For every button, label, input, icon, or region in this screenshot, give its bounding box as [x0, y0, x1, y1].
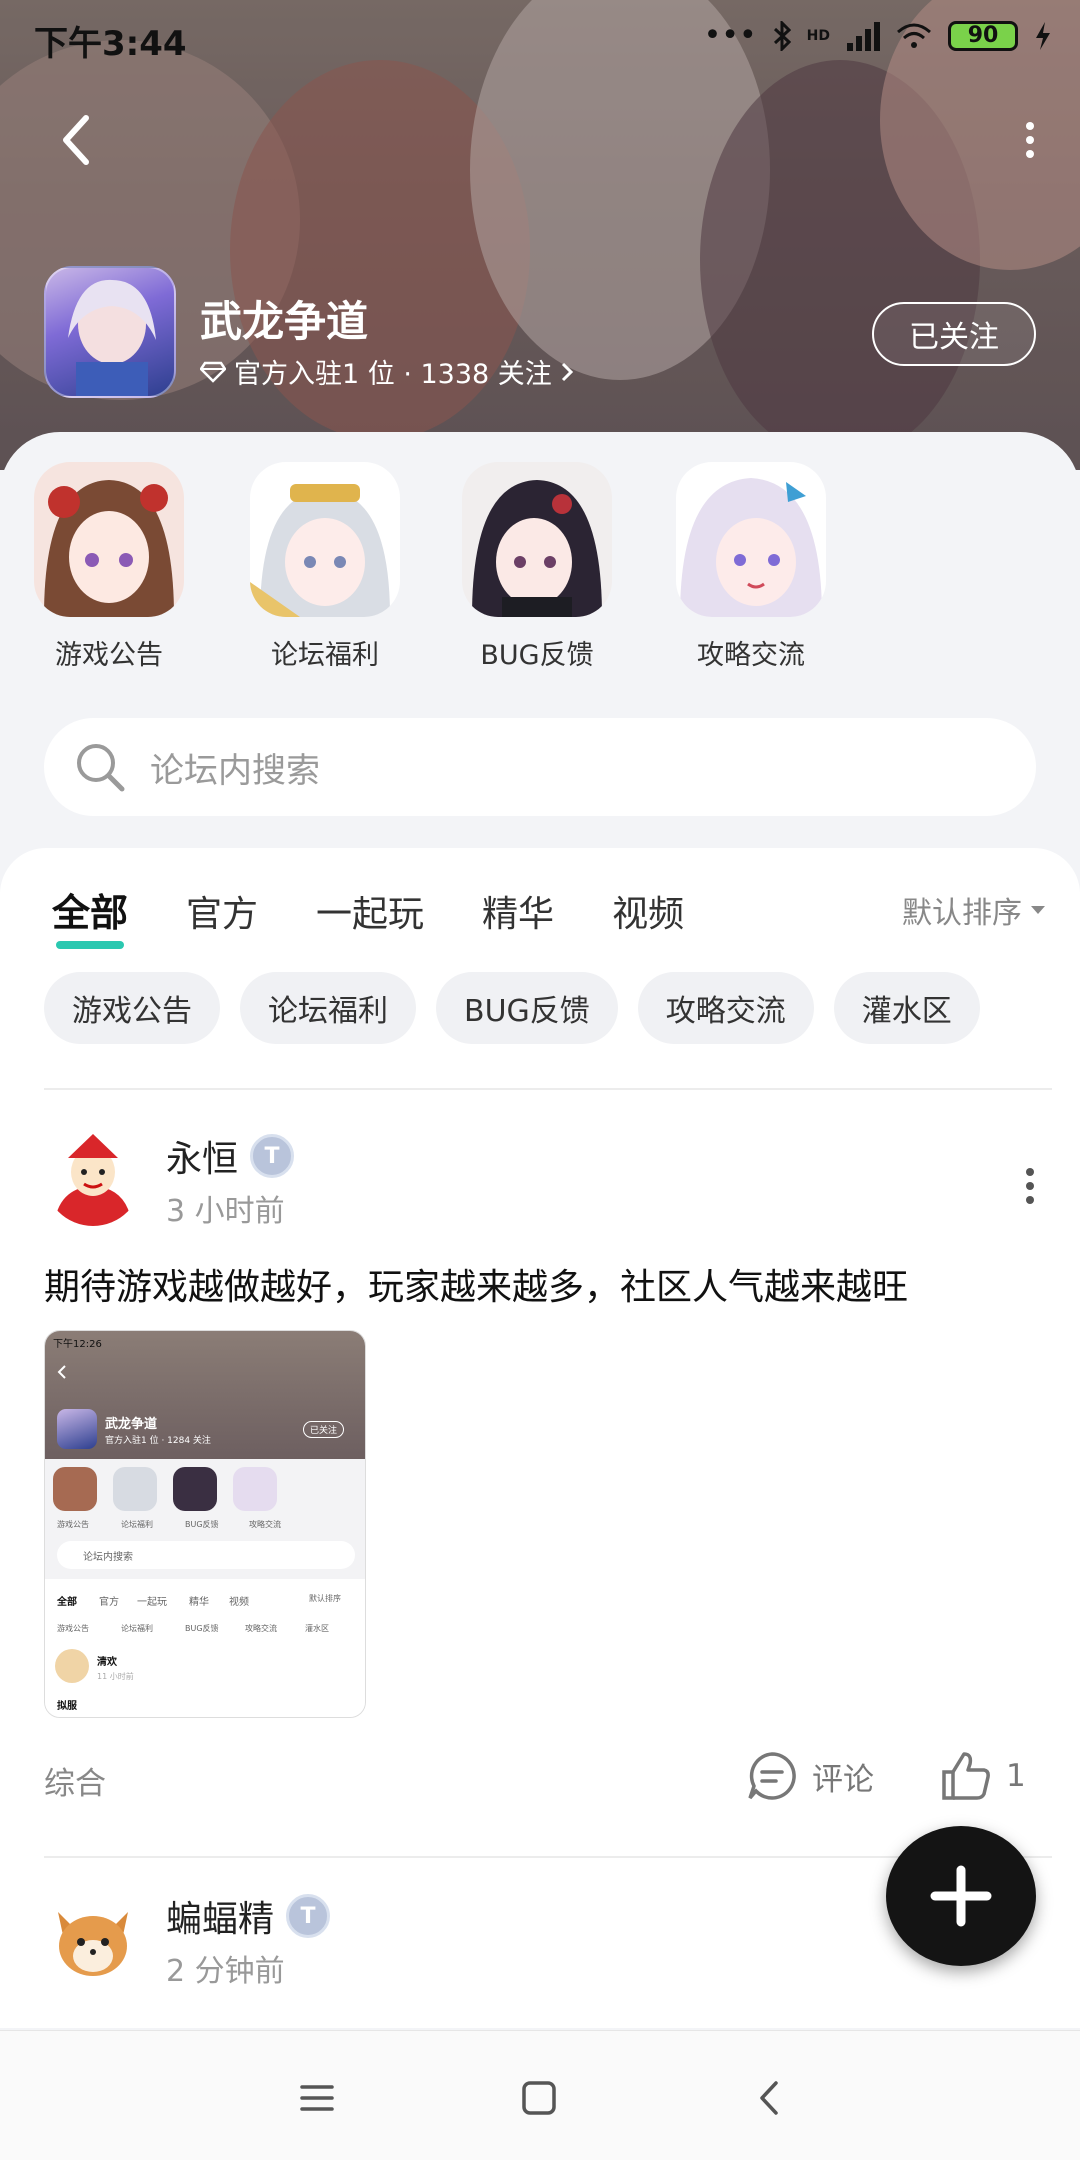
post-more-icon[interactable] [1024, 1166, 1036, 1206]
chip-welfare[interactable]: 论坛福利 [240, 972, 416, 1044]
battery-indicator: 90 [948, 20, 1018, 51]
more-button[interactable] [1020, 120, 1040, 160]
username[interactable]: 永恒 T [166, 1130, 295, 1182]
mini-thumb [113, 1467, 157, 1511]
more-vertical-icon [1026, 122, 1034, 158]
ellipsis-icon: ••• [703, 18, 757, 53]
username[interactable]: 蝙蝠精 T [166, 1890, 331, 1942]
chip-strategy[interactable]: 攻略交流 [637, 972, 814, 1044]
game-title: 武龙争道 [200, 297, 369, 346]
signal-icon [847, 21, 880, 51]
mini-thumb [53, 1467, 97, 1511]
tab-video[interactable]: 视频 [612, 885, 684, 937]
avatar[interactable] [44, 1128, 142, 1226]
status-bar: 下午3:44 ••• HD 90 [0, 0, 1080, 74]
system-back-icon[interactable] [744, 2073, 794, 2123]
channel-announcements[interactable]: 游戏公告 [34, 462, 184, 672]
tab-all[interactable]: 全部 [52, 882, 128, 949]
game-meta[interactable]: 官方入驻1 位 · 1338 关注 [200, 352, 574, 391]
username-text: 永恒 [166, 1139, 239, 1180]
tab-official[interactable]: 官方 [186, 885, 258, 937]
mini-channel: 游戏公告 [57, 1520, 89, 1529]
like-button[interactable]: 1 [940, 1750, 1026, 1802]
channel-label: 论坛福利 [271, 640, 379, 671]
plus-icon [930, 1865, 992, 1927]
wifi-icon [897, 23, 931, 48]
search-icon [77, 744, 125, 792]
sort-dropdown[interactable]: 默认排序 [902, 888, 1046, 932]
channel-label: BUG反馈 [480, 640, 594, 671]
mini-follow: 已关注 [303, 1421, 345, 1438]
channel-label: 攻略交流 [697, 640, 805, 671]
avatar[interactable] [44, 1888, 142, 1986]
chevron-right-icon [561, 362, 573, 381]
channel-thumbnail [676, 462, 826, 617]
username-text: 蝙蝠精 [166, 1899, 275, 1940]
channel-thumbnail [462, 462, 612, 617]
status-time: 下午3:44 [34, 24, 187, 64]
game-avatar-art [68, 279, 156, 396]
mini-channel: 攻略交流 [249, 1520, 281, 1529]
mini-game-icon [57, 1409, 97, 1449]
channel-row: 游戏公告 论坛福利 BUG反馈 攻略交流 [0, 462, 1080, 682]
thumbs-up-icon [942, 1752, 990, 1800]
diamond-icon [200, 361, 226, 383]
follow-button[interactable]: 已关注 [872, 302, 1036, 366]
mini-channel: 论坛福利 [121, 1520, 153, 1529]
mini-thumb [233, 1467, 277, 1511]
channel-welfare[interactable]: 论坛福利 [250, 462, 400, 672]
menu-icon[interactable] [292, 2073, 342, 2123]
like-count: 1 [1006, 1758, 1026, 1794]
forum-search[interactable]: 论坛内搜索 [44, 718, 1036, 816]
channel-strategy[interactable]: 攻略交流 [676, 462, 826, 672]
tab-featured[interactable]: 精华 [482, 885, 554, 937]
post-text[interactable]: 期待游戏越做越好，玩家越来越多，社区人气越来越旺 [44, 1258, 908, 1310]
tab-play-together[interactable]: 一起玩 [316, 885, 424, 937]
post-image[interactable]: 下午12:26 武龙争道 官方入驻1 位 · 1284 关注 已关注 游戏公告 … [44, 1330, 366, 1718]
divider [44, 1088, 1052, 1090]
category-chips: 游戏公告 论坛福利 BUG反馈 攻略交流 灌水区 [44, 972, 980, 1044]
mini-thumb [173, 1467, 217, 1511]
chip-announcements[interactable]: 游戏公告 [44, 972, 220, 1044]
sort-label: 默认排序 [902, 896, 1022, 931]
post-category[interactable]: 综合 [44, 1758, 106, 1803]
level-badge-icon: T [250, 1134, 295, 1178]
post-time: 2 分钟前 [166, 1954, 285, 1989]
mini-avatar [55, 1649, 89, 1683]
back-button[interactable] [52, 110, 102, 170]
hd-label: HD [806, 27, 830, 44]
mini-back-icon [57, 1365, 66, 1379]
system-nav-bar [0, 2030, 1080, 2160]
channel-thumbnail [34, 462, 184, 617]
mini-search: 论坛内搜索 [57, 1541, 355, 1569]
caret-down-icon [1031, 906, 1045, 914]
game-icon[interactable] [44, 266, 176, 398]
channel-label: 游戏公告 [55, 640, 163, 671]
chip-chat[interactable]: 灌水区 [833, 972, 980, 1044]
mini-channel: BUG反馈 [185, 1520, 219, 1529]
channel-thumbnail [250, 462, 400, 617]
level-badge-icon: T [286, 1894, 331, 1938]
comment-icon [748, 1752, 796, 1800]
charging-icon [1036, 21, 1050, 50]
chevron-left-icon [63, 115, 89, 165]
chip-bug-report[interactable]: BUG反馈 [436, 972, 618, 1044]
home-icon[interactable] [514, 2073, 564, 2123]
create-post-button[interactable] [882, 1822, 1040, 1970]
mini-game-name: 武龙争道 [105, 1417, 158, 1432]
meta-text: 官方入驻1 位 · 1338 关注 [234, 359, 552, 390]
mini-meta: 官方入驻1 位 · 1284 关注 [105, 1436, 211, 1446]
comment-button[interactable]: 评论 [746, 1750, 874, 1802]
bluetooth-icon [773, 20, 791, 51]
comment-label: 评论 [812, 1761, 874, 1798]
post-footer: 综合 评论 1 [44, 1748, 1036, 1808]
channel-bug-report[interactable]: BUG反馈 [462, 462, 612, 672]
post-time: 3 小时前 [166, 1194, 285, 1229]
mini-status-time: 下午12:26 [53, 1339, 102, 1350]
search-placeholder: 论坛内搜索 [150, 750, 320, 791]
feed-tabs: 全部 官方 一起玩 精华 视频 [52, 882, 684, 949]
